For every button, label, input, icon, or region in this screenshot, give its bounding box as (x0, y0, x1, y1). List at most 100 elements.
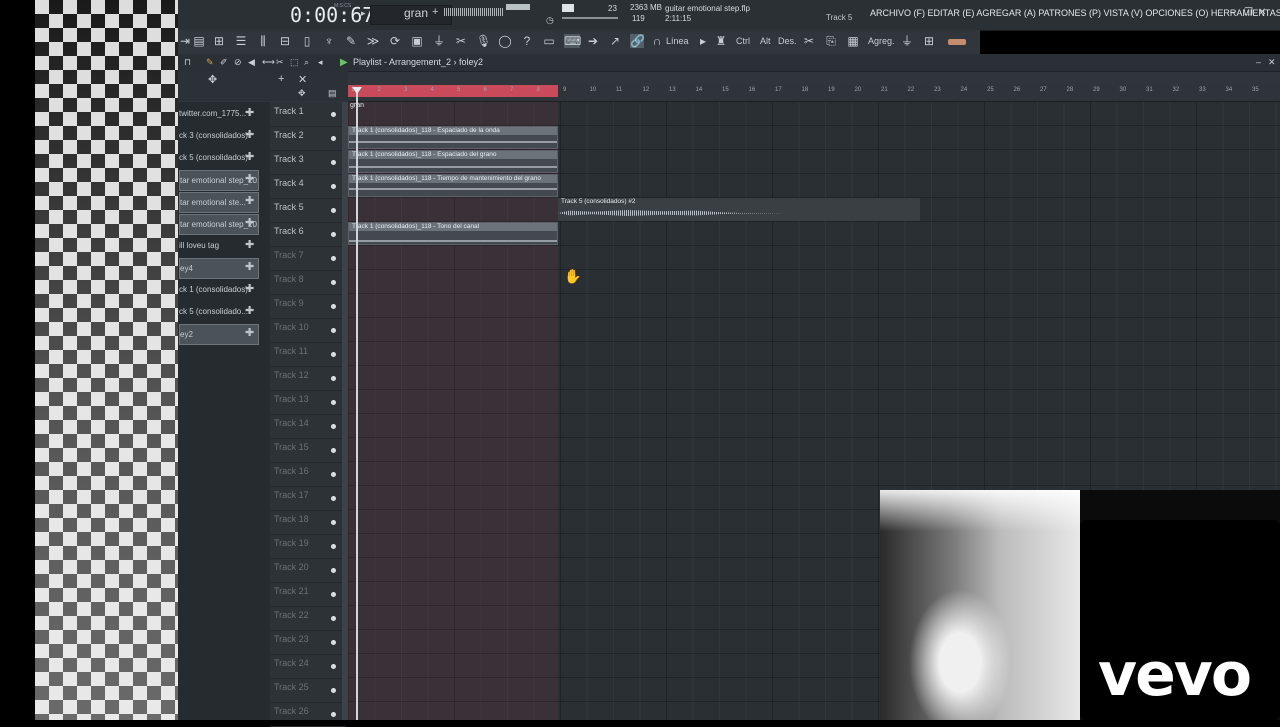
color-swatch[interactable] (948, 39, 966, 45)
clip-tiempo-grano[interactable]: Track 1 (consolidados)_118 - Tiempo de m… (348, 174, 558, 197)
cut-tool-icon[interactable]: ✂ (454, 34, 468, 48)
keyboard-icon[interactable]: ⌨ (564, 34, 581, 48)
mixer-send-icon[interactable]: ⏚ (432, 34, 446, 48)
track-name[interactable]: Track 22 (274, 610, 309, 620)
playhead[interactable] (356, 87, 358, 720)
delete-tool-icon[interactable]: ⊘ (234, 57, 242, 68)
cart-icon[interactable]: ⊞ (922, 34, 936, 48)
track-mute-led[interactable] (331, 184, 336, 189)
track-header[interactable]: Track 12 (270, 366, 346, 391)
track-header[interactable]: Track 4 (270, 174, 346, 199)
clip-tono-canal[interactable]: Track 1 (consolidados)_118 - Tono del ca… (348, 222, 558, 245)
track-name[interactable]: Track 23 (274, 634, 309, 644)
play-arrow-icon[interactable]: ▸ (361, 8, 366, 19)
resize-icon[interactable]: ✥ (298, 88, 306, 99)
add-label[interactable]: Agreg. (868, 36, 895, 46)
track-mute-led[interactable] (331, 496, 336, 501)
track-header[interactable]: Track 21 (270, 582, 346, 607)
brush-tool-icon[interactable]: ✐ (220, 57, 228, 68)
track-name[interactable]: Track 8 (274, 274, 304, 284)
track-name[interactable]: Track 2 (274, 130, 304, 140)
ctrl-key-label[interactable]: Ctrl (736, 36, 750, 46)
track-mute-led[interactable] (331, 712, 336, 717)
mute-tool-icon[interactable]: ◀ (248, 57, 255, 68)
track-mute-led[interactable] (331, 688, 336, 693)
track-name[interactable]: Track 11 (274, 346, 308, 356)
snap-mode-label[interactable]: Línea (666, 36, 689, 46)
chat-icon[interactable]: ◯ (498, 34, 512, 48)
track-header[interactable]: Track 6 (270, 222, 346, 247)
track-mute-led[interactable] (331, 520, 336, 525)
track-mute-led[interactable] (331, 592, 336, 597)
track-header[interactable]: Track 19 (270, 534, 346, 559)
restore-icon[interactable]: ❐ (1244, 7, 1253, 18)
add-to-playlist-icon[interactable]: ✚ (245, 214, 257, 233)
add-to-playlist-icon[interactable]: ✚ (245, 236, 257, 255)
add-to-playlist-icon[interactable]: ✚ (245, 148, 257, 167)
add-to-playlist-icon[interactable]: ✚ (245, 258, 257, 277)
track-header[interactable]: Track 9 (270, 294, 346, 319)
master-pitch-slider[interactable] (562, 4, 574, 12)
track-name[interactable]: Track 7 (274, 250, 304, 260)
clip-source-icon[interactable]: ≫ (366, 34, 380, 48)
track-header[interactable]: Track 18 (270, 510, 346, 535)
stamp-icon[interactable]: ♜ (714, 34, 728, 48)
track-mute-led[interactable] (331, 568, 336, 573)
track-header[interactable]: Track 26 (270, 702, 346, 727)
track-header[interactable]: Track 8 (270, 270, 346, 295)
playlist-icon[interactable]: ▤ (192, 34, 206, 48)
playhead-marker[interactable] (352, 87, 362, 94)
slice-tool-icon[interactable]: ✂ (276, 57, 284, 68)
track-name[interactable]: Track 12 (274, 370, 309, 380)
brush-icon[interactable]: ✎ (344, 34, 358, 48)
draw-tool-icon[interactable]: ↗ (608, 34, 622, 48)
add-to-playlist-icon[interactable]: ✚ (245, 104, 257, 123)
track-header[interactable]: Track 1 (270, 102, 346, 127)
track-name[interactable]: Track 13 (274, 394, 309, 404)
track-mute-led[interactable] (331, 280, 336, 285)
clip-gran[interactable]: gran (348, 102, 558, 112)
track-name[interactable]: Track 14 (274, 418, 309, 428)
microphone-icon[interactable]: 🎙 (476, 34, 491, 48)
add-to-playlist-icon[interactable]: ✚ (245, 192, 257, 211)
playback-tool-icon[interactable]: ◂ (318, 57, 323, 68)
track-header[interactable]: Track 16 (270, 462, 346, 487)
track-header[interactable]: Track 25 (270, 678, 346, 703)
pencil-tool-icon[interactable]: ✎ (206, 57, 214, 68)
playlist-minimize-icon[interactable]: – (1256, 57, 1261, 67)
close-icon[interactable]: ✕ (1258, 7, 1266, 18)
track-header[interactable]: Track 23 (270, 630, 346, 655)
track-name[interactable]: Track 3 (274, 154, 304, 164)
magnet-icon[interactable]: ∩ (650, 34, 664, 48)
track-mute-led[interactable] (331, 328, 336, 333)
cut-icon[interactable]: ✂ (802, 34, 816, 48)
knob-icon[interactable]: ⏚ (900, 34, 914, 48)
track-name[interactable]: Track 6 (274, 226, 304, 236)
track-mute-led[interactable] (331, 208, 336, 213)
list-icon[interactable]: ▤ (328, 88, 337, 99)
track-name[interactable]: Track 5 (274, 202, 304, 212)
cycle-icon[interactable]: ⟳ (388, 34, 402, 48)
track-header[interactable]: Track 17 (270, 486, 346, 511)
track-header[interactable]: Track 7 (270, 246, 346, 271)
track-mute-led[interactable] (331, 352, 336, 357)
add-to-playlist-icon[interactable]: ✚ (245, 324, 257, 343)
track-name[interactable]: Track 21 (274, 586, 309, 596)
track-mute-led[interactable] (331, 544, 336, 549)
minimize-icon[interactable]: – (1230, 7, 1236, 18)
mixer-icon[interactable]: ⫼ (256, 34, 270, 48)
alt-key-label[interactable]: Alt (760, 36, 771, 46)
remove-track-icon[interactable]: ✕ (298, 73, 307, 86)
track-mute-led[interactable] (331, 112, 336, 117)
channel-rack-icon[interactable]: ☰ (234, 34, 248, 48)
track-mute-led[interactable] (331, 424, 336, 429)
snap-icon[interactable]: ⇥ (178, 34, 192, 48)
track-mute-led[interactable] (331, 232, 336, 237)
copy-icon[interactable]: ⎘ (824, 34, 838, 48)
help-icon[interactable]: ? (520, 34, 534, 48)
file-icon[interactable]: ▯ (300, 34, 314, 48)
track-name[interactable]: Track 16 (274, 466, 309, 476)
add-to-playlist-icon[interactable]: ✚ (245, 302, 257, 321)
track-header[interactable]: Track 5 (270, 198, 346, 223)
track-header[interactable]: Track 15 (270, 438, 346, 463)
